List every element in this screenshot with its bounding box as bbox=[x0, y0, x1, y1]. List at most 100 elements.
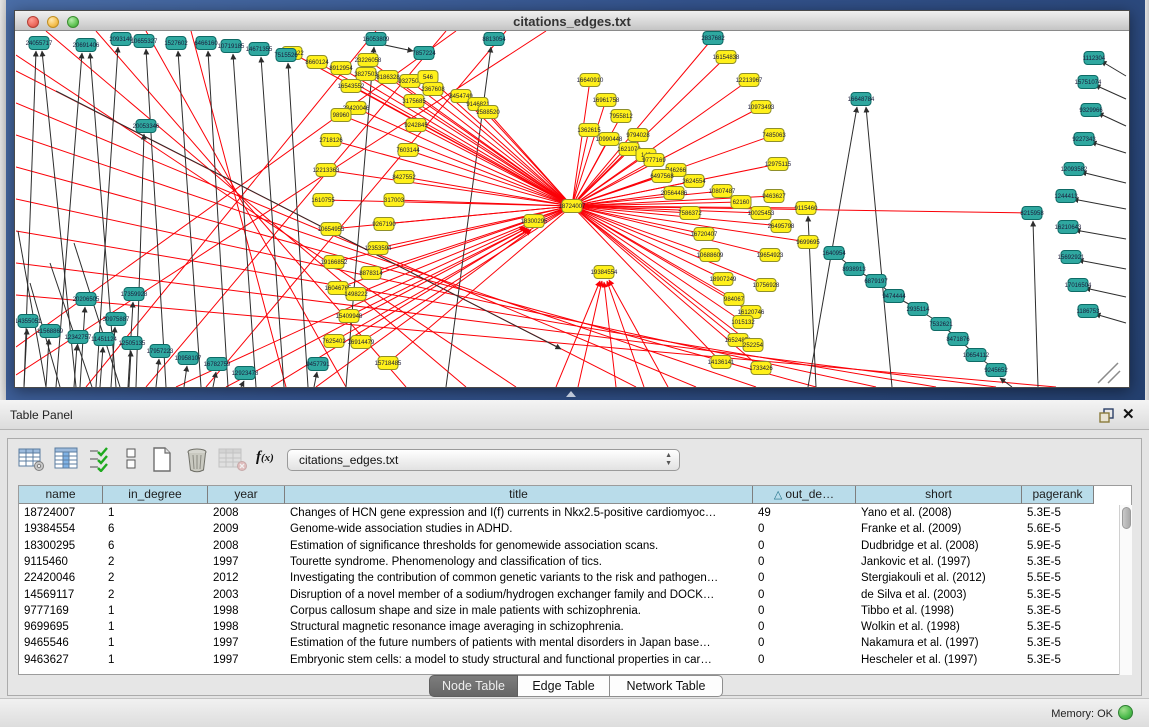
graph-node[interactable]: 15718485 bbox=[375, 357, 402, 370]
table-row[interactable]: 2242004622012Investigating the contribut… bbox=[19, 570, 1094, 586]
graph-node[interactable]: 8813054 bbox=[482, 33, 506, 46]
graph-node[interactable]: 10688609 bbox=[697, 249, 724, 262]
graph-node[interactable]: 3624554 bbox=[682, 175, 706, 188]
graph-node[interactable]: 8878314 bbox=[359, 267, 383, 280]
show-columns-icon[interactable] bbox=[54, 446, 79, 477]
graph-node[interactable]: 3175685 bbox=[402, 95, 426, 108]
table-row[interactable]: 946554611997Estimation of the future num… bbox=[19, 635, 1094, 651]
graph-node[interactable]: 10756928 bbox=[753, 279, 780, 292]
black-edge[interactable] bbox=[288, 63, 308, 387]
graph-node[interactable]: 10654112 bbox=[963, 349, 990, 362]
graph-node[interactable]: 7586372 bbox=[678, 207, 702, 220]
graph-node[interactable]: 20564486 bbox=[661, 187, 688, 200]
graph-node[interactable]: 12353594 bbox=[365, 242, 392, 255]
graph-node[interactable]: 8938913 bbox=[842, 263, 866, 276]
graph-node[interactable]: 17359928 bbox=[121, 288, 148, 301]
black-edge[interactable] bbox=[866, 107, 892, 387]
new-file-icon[interactable] bbox=[150, 446, 174, 478]
graph-node[interactable]: 7532621 bbox=[929, 318, 953, 331]
graph-node[interactable]: 14136141 bbox=[708, 356, 735, 369]
memory-status-indicator-icon[interactable] bbox=[1118, 705, 1133, 720]
graph-node[interactable]: 9329966 bbox=[1079, 104, 1103, 117]
black-edge[interactable] bbox=[1081, 172, 1126, 183]
network-table-select[interactable]: citations_edges.txt ▲▼ bbox=[287, 449, 680, 471]
graph-node[interactable]: 17016504 bbox=[1065, 279, 1092, 292]
graph-node[interactable]: 16543552 bbox=[338, 80, 365, 93]
graph-node[interactable]: 11451124 bbox=[91, 333, 117, 346]
graph-node[interactable]: 16720407 bbox=[691, 228, 718, 241]
graph-node[interactable]: 2367608 bbox=[421, 83, 445, 96]
table-row[interactable]: 1872400712008Changes of HCN gene express… bbox=[19, 505, 1094, 521]
graph-node[interactable]: 984067 bbox=[724, 293, 745, 306]
red-edge[interactable] bbox=[572, 130, 589, 206]
black-edge[interactable] bbox=[184, 366, 187, 387]
red-edge[interactable] bbox=[351, 86, 572, 206]
red-edge[interactable] bbox=[416, 125, 572, 206]
black-edge[interactable] bbox=[213, 372, 216, 387]
black-edge[interactable] bbox=[1075, 230, 1126, 239]
column-header-short[interactable]: short bbox=[856, 486, 1022, 504]
tab-network-table[interactable]: Network Table bbox=[610, 675, 723, 697]
float-window-icon[interactable] bbox=[1098, 407, 1116, 424]
black-edge[interactable] bbox=[241, 381, 244, 387]
graph-node[interactable]: 11568869 bbox=[37, 325, 64, 338]
graph-node[interactable]: 30975887 bbox=[103, 313, 130, 326]
graph-node[interactable]: 19166852 bbox=[321, 256, 348, 269]
graph-node[interactable]: 1015132 bbox=[731, 316, 755, 329]
graph-node[interactable]: 1112304 bbox=[1083, 52, 1106, 65]
graph-node[interactable]: 2718126 bbox=[319, 134, 343, 147]
black-edge[interactable] bbox=[1085, 288, 1126, 297]
graph-node[interactable]: 9267190 bbox=[372, 218, 396, 231]
graph-node[interactable]: 8912954 bbox=[329, 62, 353, 75]
delete-rows-trash-icon[interactable] bbox=[184, 446, 210, 478]
graph-node[interactable]: 18300295 bbox=[521, 215, 548, 228]
table-row[interactable]: 1830029562008Estimation of significance … bbox=[19, 538, 1094, 554]
graph-node[interactable]: 14355051 bbox=[16, 315, 42, 328]
graph-node[interactable]: 12213363 bbox=[313, 164, 340, 177]
graph-node[interactable]: 7603144 bbox=[396, 144, 420, 157]
black-edge[interactable] bbox=[18, 231, 46, 387]
graph-node[interactable]: 14671355 bbox=[246, 43, 273, 56]
graph-node[interactable]: 10958107 bbox=[175, 352, 202, 365]
column-header-out_de[interactable]: △ out_de… bbox=[753, 486, 856, 504]
table-row[interactable]: 969969511998Structural magnetic resonanc… bbox=[19, 619, 1094, 635]
graph-node[interactable]: 9457791 bbox=[306, 358, 330, 371]
column-header-pagerank[interactable]: pagerank bbox=[1022, 486, 1094, 504]
graph-node[interactable]: 10990448 bbox=[596, 133, 623, 146]
graph-node[interactable]: 7515526 bbox=[274, 49, 298, 62]
graph-node[interactable]: 7857224 bbox=[412, 47, 436, 60]
black-edge[interactable] bbox=[208, 51, 228, 387]
tab-edge-table[interactable]: Edge Table bbox=[518, 675, 610, 697]
graph-node[interactable]: 26495798 bbox=[768, 220, 795, 233]
red-edge[interactable] bbox=[578, 281, 602, 387]
graph-node[interactable]: 9474444 bbox=[882, 290, 906, 303]
graph-node[interactable]: 1244413 bbox=[1054, 190, 1078, 203]
graph-node[interactable]: 8186328 bbox=[376, 71, 400, 84]
black-edge[interactable] bbox=[1095, 85, 1126, 99]
graph-node[interactable]: 16961758 bbox=[593, 94, 620, 107]
select-rows-icon[interactable] bbox=[88, 446, 110, 477]
graph-node[interactable]: 10025453 bbox=[748, 207, 775, 220]
graph-node[interactable]: 19654923 bbox=[757, 249, 784, 262]
column-header-title[interactable]: title bbox=[285, 486, 753, 504]
graph-node[interactable]: 15409948 bbox=[336, 310, 363, 323]
graph-node[interactable]: 8215958 bbox=[1020, 207, 1044, 220]
graph-node[interactable]: 6879197 bbox=[864, 275, 888, 288]
graph-node[interactable]: 16782759 bbox=[204, 358, 231, 371]
graph-node[interactable]: 62160 bbox=[731, 196, 751, 209]
graph-node[interactable]: 9699695 bbox=[796, 236, 820, 249]
graph-node[interactable]: 12505135 bbox=[119, 337, 146, 350]
graph-node[interactable]: 15692921 bbox=[1058, 251, 1085, 264]
black-edge[interactable] bbox=[80, 307, 85, 387]
graph-node[interactable]: 20206505 bbox=[73, 293, 100, 306]
column-header-name[interactable]: name bbox=[19, 486, 103, 504]
graph-node[interactable]: 16154838 bbox=[713, 51, 740, 64]
graph-node[interactable]: 16053809 bbox=[363, 33, 390, 46]
graph-node[interactable]: 9245652 bbox=[984, 364, 1008, 377]
tab-node-table[interactable]: Node Table bbox=[429, 675, 518, 697]
graph-node[interactable]: 9242845 bbox=[404, 119, 428, 132]
graph-node[interactable]: 9463627 bbox=[762, 190, 786, 203]
graph-node[interactable]: 3827503 bbox=[354, 68, 378, 81]
black-edge[interactable] bbox=[1073, 199, 1126, 209]
black-edge[interactable] bbox=[178, 51, 201, 387]
